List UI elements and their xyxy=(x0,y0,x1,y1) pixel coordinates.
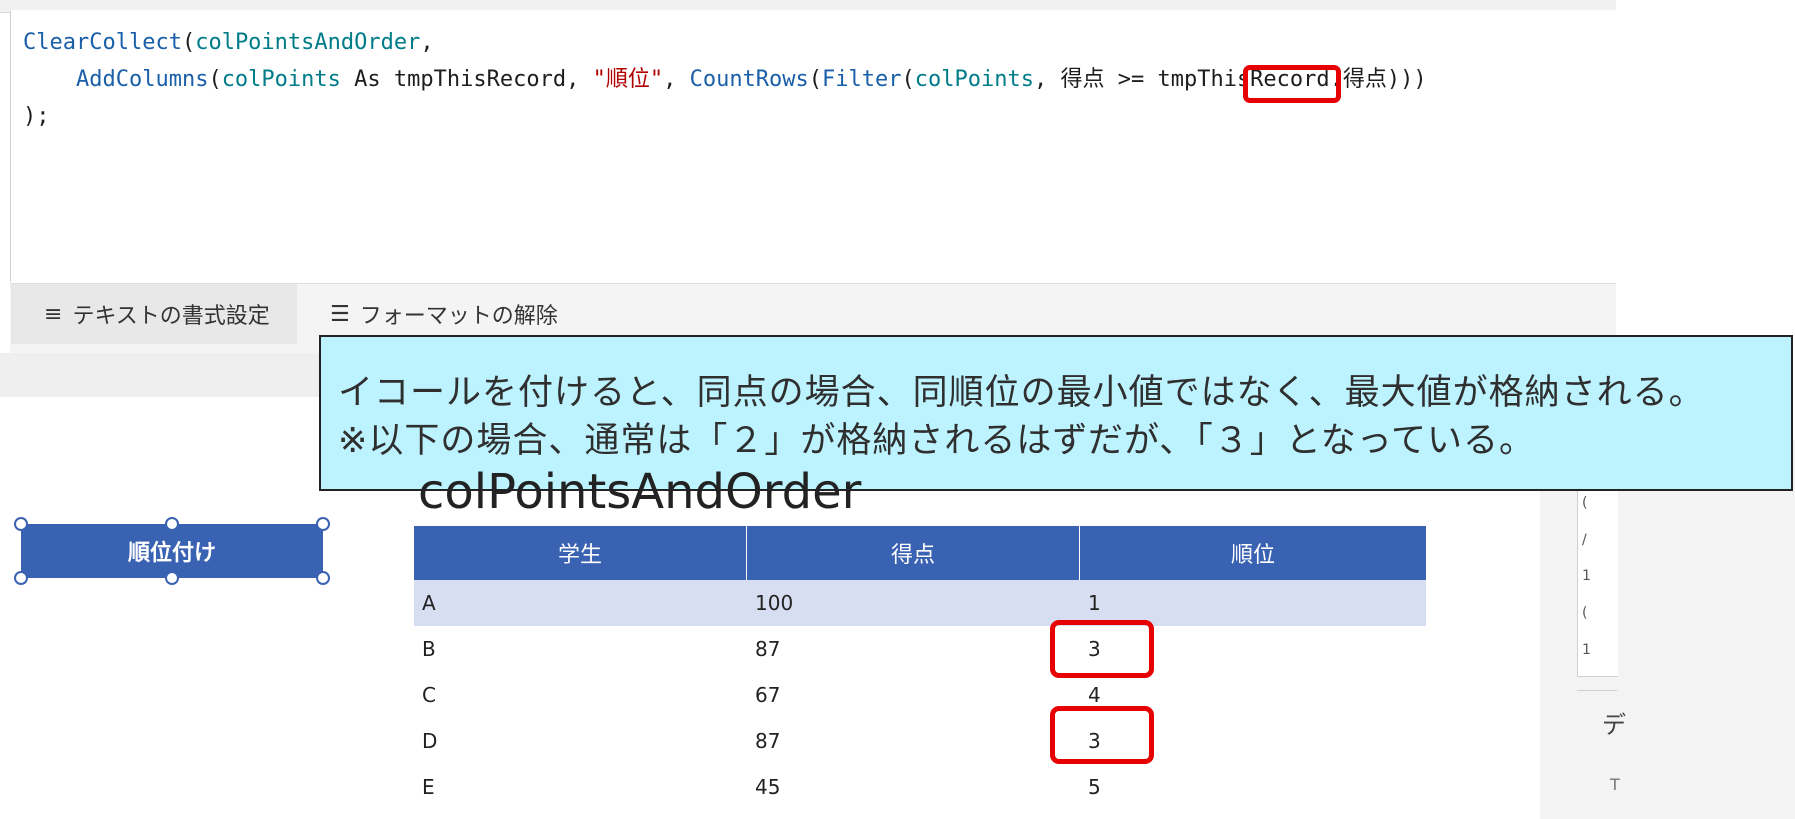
data-table[interactable]: 学生 得点 順位 A 100 1 B 87 3 C 67 4 D 87 3 E … xyxy=(414,526,1426,810)
code-string-rank: "順位" xyxy=(592,67,664,92)
table-row[interactable]: B 87 3 xyxy=(414,626,1426,672)
resize-handle[interactable] xyxy=(14,571,28,585)
code-paren: ( xyxy=(181,30,196,55)
header-rank[interactable]: 順位 xyxy=(1080,526,1426,580)
callout-line-2: ※以下の場合、通常は「２」が格納されるはずだが、「３」となっている。 xyxy=(338,421,1535,461)
code-fn-addcolumns: AddColumns xyxy=(75,67,209,92)
panel-label-de: デ xyxy=(1602,711,1626,739)
code-var-colpointsandorder: colPointsAndOrder xyxy=(195,30,421,55)
cell-score: 100 xyxy=(755,591,794,615)
panel-char: ( xyxy=(1582,605,1588,621)
cell-student: E xyxy=(422,775,435,799)
table-title: colPointsAndOrder xyxy=(418,464,862,520)
rank-highlight-box xyxy=(1050,620,1154,678)
code-fn-clearcollect: ClearCollect xyxy=(23,30,182,55)
panel-label-t: T xyxy=(1610,775,1620,794)
cell-student: C xyxy=(422,683,436,707)
resize-handle[interactable] xyxy=(14,517,28,531)
cell-score: 45 xyxy=(755,775,781,799)
remove-format-label: フォーマットの解除 xyxy=(359,304,558,329)
cell-score: 87 xyxy=(755,729,781,753)
remove-format-icon: ☰ xyxy=(330,301,350,327)
format-text-button[interactable]: ≡ テキストの書式設定 xyxy=(11,284,297,344)
code-as-clause: As tmpThisRecord, xyxy=(340,67,593,92)
cell-score: 67 xyxy=(755,683,781,707)
resize-handle[interactable] xyxy=(165,517,179,531)
header-score[interactable]: 得点 xyxy=(747,526,1080,580)
table-row[interactable]: A 100 1 xyxy=(414,580,1426,626)
code-paren: ( xyxy=(208,67,222,92)
panel-divider xyxy=(1577,690,1617,691)
rank-highlight-box xyxy=(1050,706,1154,764)
code-paren: ( xyxy=(808,67,823,92)
formula-code[interactable]: ClearCollect(colPointsAndOrder, AddColum… xyxy=(23,24,1427,135)
resize-handle[interactable] xyxy=(165,571,179,585)
cell-student: D xyxy=(422,729,438,753)
cell-rank: 5 xyxy=(1088,775,1101,799)
cell-student: B xyxy=(422,637,436,661)
header-student[interactable]: 学生 xyxy=(414,526,747,580)
panel-char: 1 xyxy=(1582,568,1591,584)
code-comma: , xyxy=(420,30,434,55)
code-fn-filter: Filter xyxy=(822,67,902,92)
format-text-icon: ≡ xyxy=(44,301,63,327)
resize-handle[interactable] xyxy=(316,571,330,585)
table-row[interactable]: D 87 3 xyxy=(414,718,1426,764)
cell-student: A xyxy=(422,591,436,615)
properties-panel: ( / 1 ( 1 デ T xyxy=(1540,440,1795,819)
code-close: ); xyxy=(23,104,50,129)
panel-char: 1 xyxy=(1582,642,1591,658)
resize-handle[interactable] xyxy=(316,517,330,531)
cell-score: 87 xyxy=(755,637,781,661)
table-row[interactable]: E 45 5 xyxy=(414,764,1426,810)
format-text-label: テキストの書式設定 xyxy=(72,304,270,329)
code-filter-condition: , 得点 >= tmpThisRecord.得点))) xyxy=(1034,67,1427,92)
code-var-colpoints: colPoints xyxy=(914,67,1034,92)
code-paren: ( xyxy=(901,67,915,92)
callout-line-1: イコールを付けると、同点の場合、同順位の最小値ではなく、最大値が格納される。 xyxy=(338,373,1705,413)
formula-editor[interactable]: ClearCollect(colPointsAndOrder, AddColum… xyxy=(10,10,1617,282)
table-header: 学生 得点 順位 xyxy=(414,526,1426,580)
operator-highlight-box xyxy=(1243,65,1341,103)
rank-button[interactable]: 順位付け xyxy=(21,524,323,578)
panel-char: / xyxy=(1582,532,1587,548)
code-var-colpoints: colPoints xyxy=(221,67,341,92)
canvas-top-band xyxy=(0,353,330,397)
panel-char: ( xyxy=(1582,495,1588,511)
code-fn-countrows: CountRows xyxy=(689,67,809,92)
table-row[interactable]: C 67 4 xyxy=(414,672,1426,718)
code-comma: , xyxy=(663,67,690,92)
